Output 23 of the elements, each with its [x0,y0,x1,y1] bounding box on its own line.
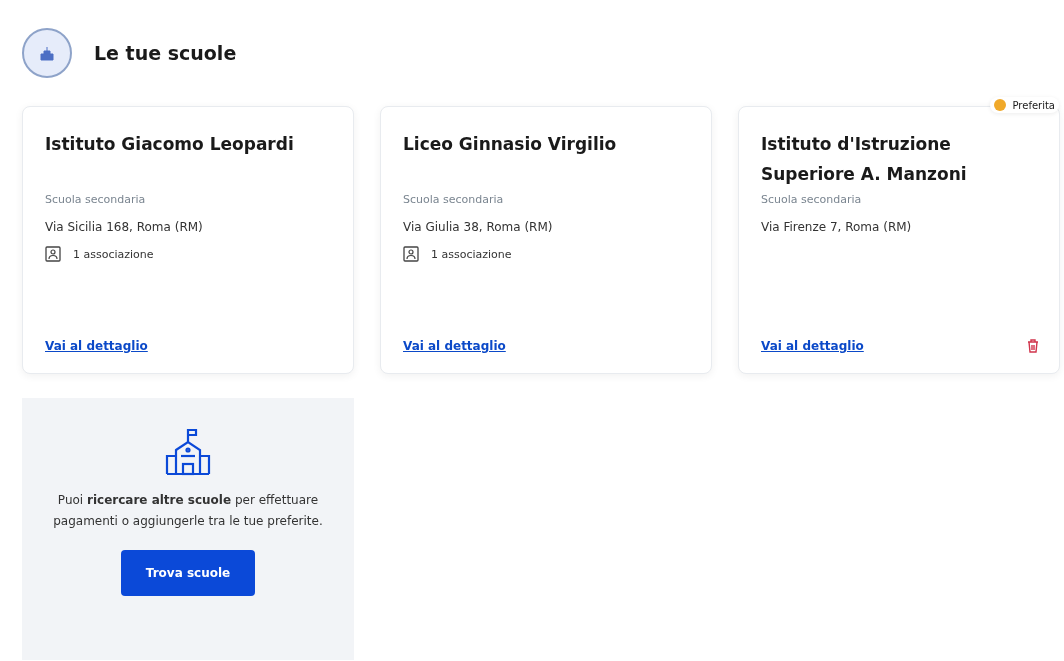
trash-icon[interactable] [1027,339,1039,353]
school-icon-badge [22,28,72,78]
association-count: 1 associazione [431,247,512,261]
badge-label: Preferita [1012,99,1055,111]
association-count: 1 associazione [73,247,154,261]
school-address: Via Firenze 7, Roma (RM) [761,220,913,234]
school-type: Scuola secondaria [403,193,505,206]
school-name: Istituto d'Istruzione Superiore A. Manzoni [761,133,968,186]
people-icon [45,246,61,262]
school-address: Via Giulia 38, Roma (RM) [403,220,554,234]
school-name: Liceo Ginnasio Virgilio [403,133,618,156]
section-title: Le tue scuole [94,42,237,64]
school-address: Via Sicilia 168, Roma (RM) [45,220,204,234]
search-description: Puoi ricercare altre scuole per effettuare pagamenti o aggiungerle tra le tue preferite. [52,492,324,530]
school-name: Istituto Giacomo Leopardi [45,133,295,156]
school-type: Scuola secondaria [761,193,863,206]
find-schools-button[interactable]: Trova scuole [121,550,255,596]
detail-link[interactable]: Vai al dettaglio [761,339,864,353]
school-building-icon [165,428,211,476]
detail-link[interactable]: Vai al dettaglio [403,339,506,353]
detail-link[interactable]: Vai al dettaglio [45,339,148,353]
school-type: Scuola secondaria [45,193,147,206]
people-icon [403,246,419,262]
